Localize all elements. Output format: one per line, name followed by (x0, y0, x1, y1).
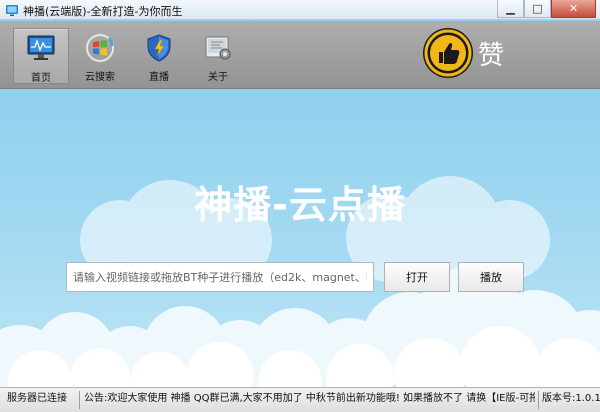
close-button[interactable]: ✕ (551, 0, 596, 18)
title-bar: 神播(云端版)-全新打造-为你而生 ▁ □ ✕ (0, 0, 600, 20)
tool-label: 关于 (208, 72, 228, 83)
tool-label: 云搜索 (85, 72, 115, 83)
tool-about[interactable]: 关于 (190, 28, 246, 84)
monitor-icon (27, 35, 55, 60)
headline: 神播-云点播 (194, 183, 406, 227)
main-panel: 神播-云点播 打开 播放 (0, 90, 600, 387)
tool-live[interactable]: 直播 (131, 28, 187, 84)
minimize-button[interactable]: ▁ (497, 0, 524, 18)
shield-icon (147, 34, 171, 62)
open-button[interactable]: 打开 (384, 262, 450, 292)
windows-logo-icon (86, 34, 114, 62)
status-divider (79, 391, 80, 409)
settings-screen-icon (205, 36, 231, 60)
version-label: 版本号:1.0.17 (542, 393, 600, 404)
zan-label[interactable]: 赞 (478, 35, 504, 72)
status-divider (538, 391, 539, 409)
tool-label: 直播 (149, 72, 169, 83)
thumbs-up-icon[interactable] (422, 27, 474, 79)
clouds-background (0, 176, 600, 387)
play-button[interactable]: 播放 (458, 262, 524, 292)
tool-label: 首页 (31, 73, 51, 84)
tool-home[interactable]: 首页 (13, 28, 69, 84)
app-logo-icon (6, 5, 18, 16)
video-url-input[interactable] (66, 262, 374, 292)
window-controls: ▁ □ ✕ (497, 0, 596, 18)
maximize-button[interactable]: □ (524, 0, 551, 18)
notice-text: 公告:欢迎大家使用 神播 QQ群已满,大家不用加了 中秋节前出新功能哦! 如果播… (84, 393, 535, 404)
tool-cloud-search[interactable]: 云搜索 (72, 28, 128, 84)
window-title: 神播(云端版)-全新打造-为你而生 (23, 5, 183, 18)
toolbar: 首页 云搜索 直播 关于 赞 (0, 21, 600, 89)
server-status: 服务器已连接 (7, 393, 67, 404)
status-bar: 服务器已连接 公告:欢迎大家使用 神播 QQ群已满,大家不用加了 中秋节前出新功… (0, 387, 600, 412)
